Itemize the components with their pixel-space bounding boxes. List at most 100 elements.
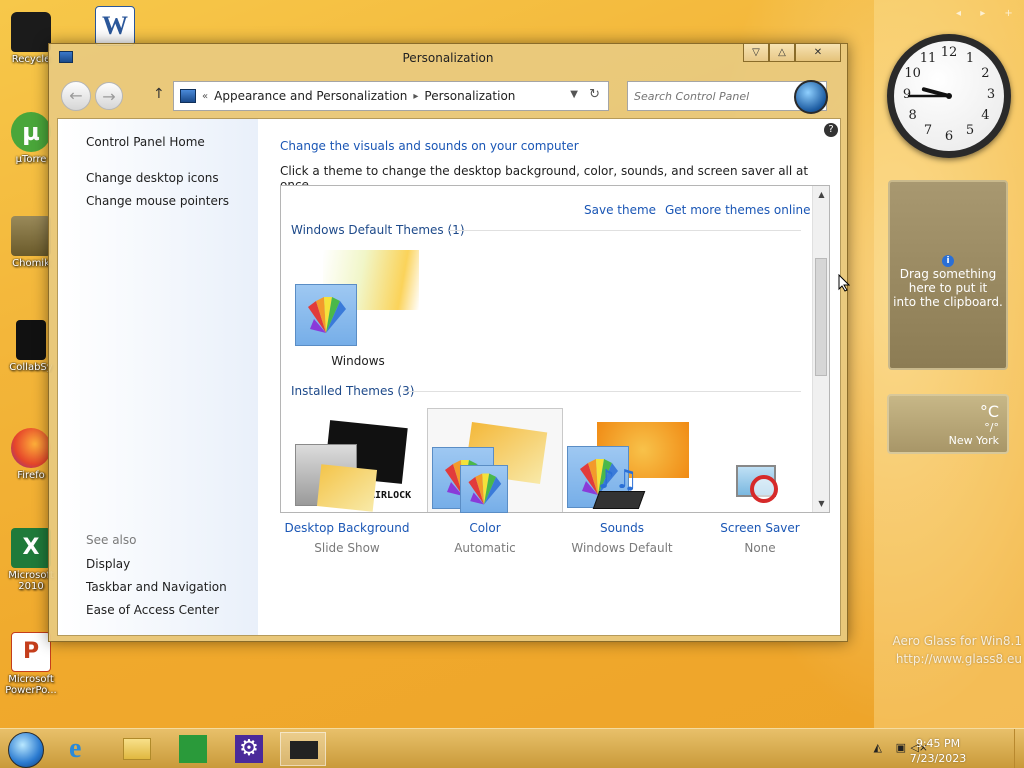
store-icon [179, 735, 207, 763]
breadcrumb-appearance[interactable]: Appearance and Personalization [214, 89, 407, 103]
back-button[interactable]: ← [61, 81, 91, 111]
taskbar-explorer[interactable] [114, 732, 160, 766]
clipboard-text-line-2: here to put it [908, 281, 988, 295]
gear-icon: ⚙ [235, 735, 263, 763]
screen-saver-link[interactable]: Screen Saver [690, 521, 830, 535]
search-input[interactable] [634, 83, 784, 109]
color-fan-icon [308, 297, 346, 333]
breadcrumb-overflow[interactable]: « [202, 91, 208, 102]
tray-date: 7/23/2023 [909, 752, 967, 765]
navigation-toolbar: ← → ↑ « Appearance and Personalization ▸… [57, 74, 839, 116]
main-pane: ? Change the visuals and sounds on your … [280, 119, 840, 635]
get-more-themes-link[interactable]: Get more themes online [665, 203, 811, 217]
help-icon[interactable]: ? [824, 123, 838, 137]
collab-icon [16, 320, 46, 360]
screen-saver-icon [730, 465, 790, 515]
group-heading-installed: Installed Themes (3) [291, 384, 415, 398]
chevron-down-icon[interactable]: ▼ [570, 89, 578, 100]
theme-windows[interactable]: Windows [295, 250, 419, 368]
weather-gadget[interactable]: °C °/° New York [887, 394, 1009, 454]
forward-button[interactable]: → [95, 82, 123, 110]
theme-name: Windows [331, 354, 385, 368]
clock-gadget[interactable]: 12 1 2 3 4 5 6 7 8 9 10 11 [887, 34, 1011, 158]
desktop-background-item[interactable]: Desktop Background Slide Show [277, 464, 417, 555]
ease-of-access-link[interactable]: Ease of Access Center [86, 603, 219, 617]
see-also-label: See also [86, 533, 137, 547]
window-buttons: ▽ △ ✕ [743, 44, 841, 62]
desktop-icon-word[interactable]: W [90, 6, 140, 48]
sounds-item[interactable]: ♪♫ Sounds Windows Default [552, 465, 692, 555]
excel-icon: X [11, 528, 51, 568]
up-button[interactable]: ↑ [153, 86, 165, 102]
screen-saver-status: None [744, 541, 776, 555]
maximize-button[interactable]: △ [769, 44, 795, 62]
color-link[interactable]: Color [415, 521, 555, 535]
gadget-nav-arrows[interactable]: ◂ ▸ + [956, 8, 1021, 19]
control-panel-icon [180, 89, 196, 103]
tray-chevron-icon[interactable]: ◭ [874, 741, 882, 754]
address-bar[interactable]: « Appearance and Personalization ▸ Perso… [173, 81, 609, 111]
taskbar-settings[interactable]: ⚙ [226, 732, 272, 766]
content-area: Control Panel Home Change desktop icons … [57, 118, 841, 636]
sounds-icon: ♪♫ [592, 465, 652, 515]
save-theme-link[interactable]: Save theme [584, 203, 656, 217]
system-tray: ◭ ▣ ◁× 9:45 PM 7/23/2023 [864, 729, 1024, 768]
group-divider [403, 391, 801, 392]
breadcrumb-personalization[interactable]: Personalization [424, 89, 515, 103]
color-icon [455, 465, 515, 515]
clipboard-info: i Drag something here to put it into the… [890, 252, 1006, 309]
display-link[interactable]: Display [86, 557, 130, 571]
desktop-background-link[interactable]: Desktop Background [277, 521, 417, 535]
taskbar-store[interactable] [170, 732, 216, 766]
clipboard-text-line-1: Drag something [899, 267, 997, 281]
refresh-icon[interactable]: ↻ [589, 87, 600, 102]
sounds-link[interactable]: Sounds [552, 521, 692, 535]
themes-list[interactable]: Save theme Get more themes online Window… [280, 185, 830, 513]
breadcrumb-separator[interactable]: ▸ [413, 91, 418, 102]
utorrent-icon: µ [11, 112, 51, 152]
clipboard-gadget[interactable]: i Drag something here to put it into the… [888, 180, 1008, 370]
tray-time: 9:45 PM [915, 737, 961, 750]
search-orb-icon[interactable] [794, 80, 828, 114]
taskbar-control-panel-active[interactable] [280, 732, 326, 766]
taskbar-navigation-link[interactable]: Taskbar and Navigation [86, 580, 227, 594]
info-icon: i [942, 255, 954, 267]
screen-saver-item[interactable]: Screen Saver None [690, 465, 830, 555]
scroll-thumb[interactable] [815, 258, 827, 376]
folder-icon [123, 738, 151, 760]
control-panel-home-link[interactable]: Control Panel Home [86, 135, 205, 149]
desktop-background-status: Slide Show [314, 541, 380, 555]
color-item[interactable]: Color Automatic [415, 465, 555, 555]
theme-color-swatch [295, 284, 357, 346]
taskbar: e ⚙ ◭ ▣ ◁× 9:45 PM 7/23/2023 [0, 728, 1024, 768]
weather-city: New York [948, 434, 999, 447]
group-heading-default: Windows Default Themes (1) [291, 223, 465, 237]
taskbar-ie[interactable]: e [60, 732, 106, 766]
sounds-status: Windows Default [571, 541, 673, 555]
window-title: Personalization [402, 51, 494, 65]
control-panel-icon [290, 741, 318, 759]
show-desktop-button[interactable] [1014, 729, 1024, 768]
clock-face: 12 1 2 3 4 5 6 7 8 9 10 11 [894, 41, 1004, 151]
recycle-bin-icon [11, 12, 51, 52]
powerpoint-icon: P [11, 632, 51, 672]
scroll-up-arrow[interactable]: ▲ [814, 186, 829, 203]
aero-glass-watermark: Aero Glass for Win8.1 http://www.glass8.… [876, 632, 1024, 668]
close-button[interactable]: ✕ [795, 44, 841, 62]
personalization-window[interactable]: Personalization ▽ △ ✕ ← → ↑ « Appearance… [48, 43, 848, 642]
firefox-icon [11, 428, 51, 468]
network-icon[interactable]: ▣ [896, 741, 906, 754]
tray-clock[interactable]: 9:45 PM 7/23/2023 [908, 736, 968, 766]
change-mouse-pointers-link[interactable]: Change mouse pointers [86, 194, 229, 208]
watermark-line-2: http://www.glass8.eu [895, 652, 1022, 666]
minimize-button[interactable]: ▽ [743, 44, 769, 62]
internet-explorer-icon: e [69, 733, 82, 764]
color-status: Automatic [454, 541, 516, 555]
start-button-icon[interactable] [8, 732, 44, 768]
themes-scrollbar[interactable]: ▲ ▼ [812, 186, 829, 512]
clipboard-text-line-3: into the clipboard. [893, 295, 1003, 309]
change-desktop-icons-link[interactable]: Change desktop icons [86, 171, 219, 185]
weather-range: °/° [984, 421, 999, 434]
search-box[interactable] [627, 80, 828, 114]
title-bar[interactable]: Personalization ▽ △ ✕ [49, 44, 847, 72]
